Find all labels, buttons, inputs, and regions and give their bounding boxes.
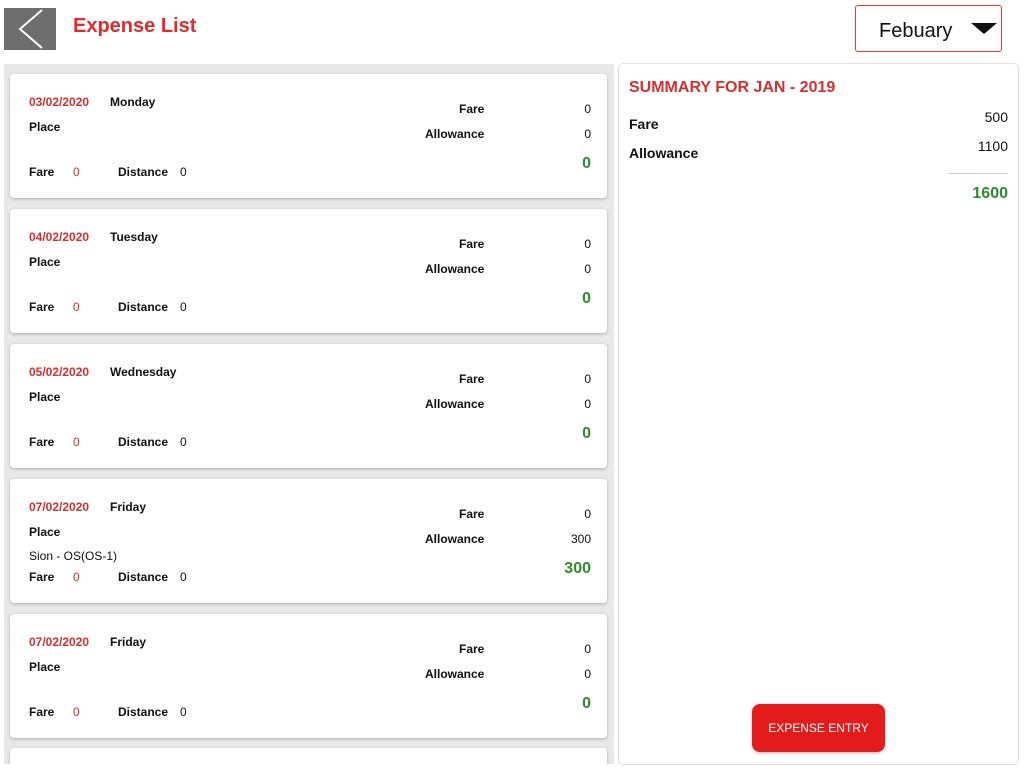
place-label: Place <box>29 390 61 404</box>
fare-value: 0 <box>584 507 591 521</box>
summary-allowance-value: 1100 <box>977 138 1008 154</box>
allowance-label: Allowance <box>425 397 485 411</box>
allowance-label: Allowance <box>425 667 485 681</box>
back-button[interactable] <box>4 8 56 50</box>
expense-total: 0 <box>582 155 591 172</box>
fare-value: 0 <box>584 372 591 386</box>
distance-label: Distance <box>118 705 169 719</box>
expense-total: 0 <box>582 425 591 442</box>
expense-day: Friday <box>110 635 147 649</box>
distance-label: Distance <box>118 300 169 314</box>
fare-label: Fare <box>459 102 485 116</box>
summary-fare-label: Fare <box>629 116 659 132</box>
place-value: Sion - OS(OS-1) <box>29 549 118 563</box>
trip-fare-value: 0 <box>73 165 80 179</box>
page-title: Expense List <box>73 15 197 37</box>
trip-fare-label: Fare <box>29 570 55 584</box>
expense-date: 07/02/2020 <box>29 500 90 514</box>
expense-card[interactable]: 05/02/2020 Wednesday Place Fare 0 Distance 0 Fa… <box>10 344 607 468</box>
trip-fare-value: 0 <box>73 300 80 314</box>
expense-card-partial[interactable] <box>10 748 607 764</box>
expense-date: 04/02/2020 <box>29 230 90 244</box>
expense-total: 0 <box>582 290 591 307</box>
allowance-value: 0 <box>584 397 591 411</box>
fare-label: Fare <box>459 507 485 521</box>
expense-card[interactable]: 04/02/2020 Tuesday Place Fare 0 Distance 0 Fare… <box>10 209 607 333</box>
trip-fare-value: 0 <box>73 570 80 584</box>
app-header: Expense List Febuary <box>0 0 1024 60</box>
distance-value: 0 <box>180 165 187 179</box>
expense-card[interactable]: 03/02/2020 Monday Place Fare 0 Distance 0 Fare 0… <box>10 74 607 198</box>
summary-panel: SUMMARY FOR JAN - 2019 Fare 500 Allowanc… <box>619 64 1018 764</box>
fare-value: 0 <box>584 102 591 116</box>
caret-down-icon <box>971 23 997 34</box>
trip-fare-label: Fare <box>29 165 55 179</box>
fare-value: 0 <box>584 237 591 251</box>
distance-value: 0 <box>180 570 187 584</box>
fare-label: Fare <box>459 237 485 251</box>
summary-title: SUMMARY FOR JAN - 2019 <box>629 79 836 96</box>
place-label: Place <box>29 120 61 134</box>
distance-label: Distance <box>118 570 169 584</box>
distance-label: Distance <box>118 165 169 179</box>
distance-value: 0 <box>180 705 187 719</box>
trip-fare-value: 0 <box>73 705 80 719</box>
allowance-value: 0 <box>584 127 591 141</box>
distance-value: 0 <box>180 435 187 449</box>
expense-day: Tuesday <box>110 230 158 244</box>
allowance-value: 0 <box>584 667 591 681</box>
expense-day: Monday <box>110 95 156 109</box>
expense-list[interactable]: 03/02/2020 Monday Place Fare 0 Distance 0 Fare 0… <box>4 64 614 764</box>
expense-day: Wednesday <box>110 365 177 379</box>
expense-day: Friday <box>110 500 147 514</box>
place-label: Place <box>29 660 61 674</box>
expense-date: 07/02/2020 <box>29 635 90 649</box>
allowance-label: Allowance <box>425 532 485 546</box>
trip-fare-label: Fare <box>29 435 55 449</box>
trip-fare-value: 0 <box>73 435 80 449</box>
expense-date: 03/02/2020 <box>29 95 90 109</box>
allowance-label: Allowance <box>425 262 485 276</box>
trip-fare-label: Fare <box>29 300 55 314</box>
fare-value: 0 <box>584 642 591 656</box>
month-selected-value: Febuary <box>879 20 953 42</box>
summary-total: 1600 <box>972 185 1008 202</box>
fare-label: Fare <box>459 372 485 386</box>
allowance-value: 300 <box>570 532 591 546</box>
expense-total: 300 <box>564 560 591 577</box>
summary-fare-value: 500 <box>984 109 1008 125</box>
trip-fare-label: Fare <box>29 705 55 719</box>
summary-divider <box>948 173 1008 174</box>
fare-label: Fare <box>459 642 485 656</box>
expense-card[interactable]: 07/02/2020 Friday Place Fare 0 Distance 0 Fare 0… <box>10 614 607 738</box>
place-label: Place <box>29 525 61 539</box>
allowance-label: Allowance <box>425 127 485 141</box>
expense-card[interactable]: 07/02/2020 Friday Place Sion - OS(OS-1) Fare… <box>10 479 607 603</box>
expense-total: 0 <box>582 695 591 712</box>
expense-date: 05/02/2020 <box>29 365 90 379</box>
summary-allowance-label: Allowance <box>629 145 699 161</box>
distance-label: Distance <box>118 435 169 449</box>
expense-entry-button[interactable]: EXPENSE ENTRY <box>752 704 885 752</box>
chevron-left-icon <box>18 9 43 49</box>
month-dropdown[interactable]: Febuary <box>855 5 1002 52</box>
place-label: Place <box>29 255 61 269</box>
distance-value: 0 <box>180 300 187 314</box>
allowance-value: 0 <box>584 262 591 276</box>
